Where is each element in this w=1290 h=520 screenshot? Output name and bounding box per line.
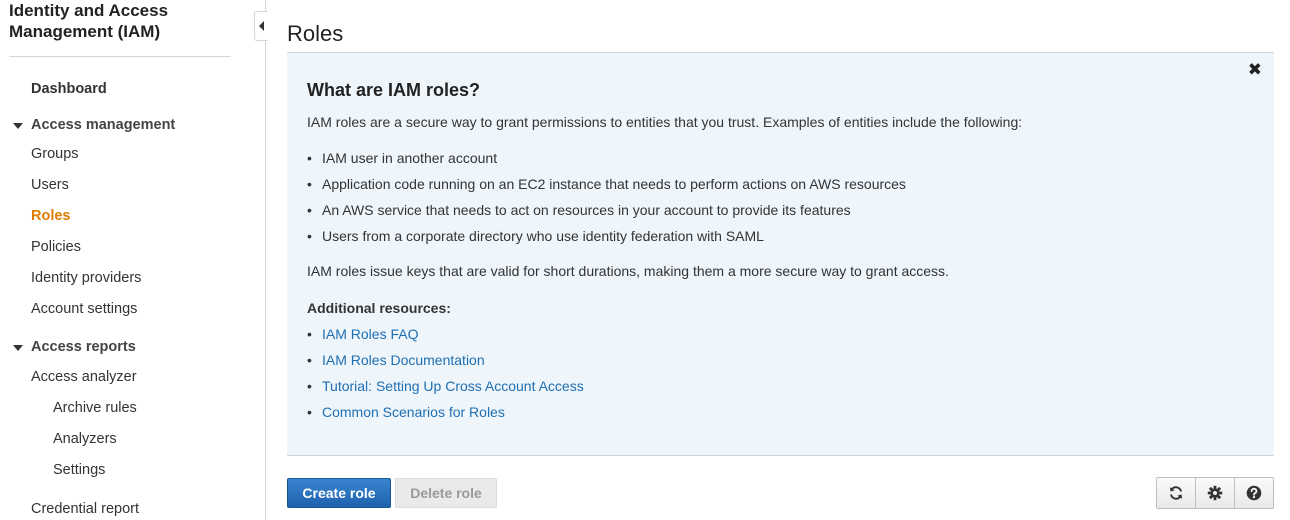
info-heading: What are IAM roles? bbox=[307, 80, 481, 100]
resource-link-item: IAM Roles FAQ bbox=[307, 326, 418, 342]
help-icon bbox=[1246, 485, 1262, 501]
sidebar-divider bbox=[9, 56, 231, 57]
help-button[interactable] bbox=[1235, 478, 1273, 508]
sidebar-collapse-button[interactable] bbox=[254, 11, 268, 41]
sidebar-section-access-management[interactable]: Access management bbox=[31, 117, 175, 133]
resource-link-item: Tutorial: Setting Up Cross Account Acces… bbox=[307, 378, 584, 394]
table-toolbar bbox=[1156, 477, 1274, 509]
sidebar-item-access-analyzer[interactable]: Access analyzer bbox=[31, 369, 137, 385]
sidebar-section-access-reports[interactable]: Access reports bbox=[31, 339, 136, 355]
list-item-text: An AWS service that needs to act on reso… bbox=[322, 202, 851, 218]
caret-down-icon[interactable] bbox=[13, 123, 23, 129]
refresh-icon bbox=[1169, 486, 1183, 500]
list-item: IAM user in another account bbox=[307, 150, 497, 166]
close-icon[interactable]: ✖ bbox=[1248, 60, 1262, 80]
link-cross-account-tutorial[interactable]: Tutorial: Setting Up Cross Account Acces… bbox=[322, 378, 584, 394]
resource-link-item: Common Scenarios for Roles bbox=[307, 404, 505, 420]
sidebar-item-users[interactable]: Users bbox=[31, 177, 69, 193]
sidebar-item-roles[interactable]: Roles bbox=[31, 208, 71, 224]
list-item: Application code running on an EC2 insta… bbox=[307, 176, 906, 192]
link-common-scenarios[interactable]: Common Scenarios for Roles bbox=[322, 404, 505, 420]
sidebar-item-analyzers[interactable]: Analyzers bbox=[53, 431, 117, 447]
refresh-button[interactable] bbox=[1157, 478, 1196, 508]
resources-label: Additional resources: bbox=[307, 300, 451, 316]
info-panel: ✖ What are IAM roles? IAM roles are a se… bbox=[287, 53, 1274, 456]
sidebar-item-settings[interactable]: Settings bbox=[53, 462, 105, 478]
sidebar-item-credential-report[interactable]: Credential report bbox=[31, 501, 139, 517]
sidebar-item-policies[interactable]: Policies bbox=[31, 239, 81, 255]
create-role-button[interactable]: Create role bbox=[287, 478, 391, 508]
chevron-left-icon bbox=[259, 21, 264, 31]
list-item: An AWS service that needs to act on reso… bbox=[307, 202, 851, 218]
info-intro: IAM roles are a secure way to grant perm… bbox=[307, 114, 1023, 130]
delete-role-button[interactable]: Delete role bbox=[395, 478, 497, 508]
list-item-text: IAM user in another account bbox=[322, 150, 498, 166]
sidebar-item-account-settings[interactable]: Account settings bbox=[31, 301, 137, 317]
page-title: Roles bbox=[287, 21, 344, 46]
list-item-text: Application code running on an EC2 insta… bbox=[322, 176, 906, 192]
sidebar-item-identity-providers[interactable]: Identity providers bbox=[31, 270, 141, 286]
sidebar-title: Identity and Access Management (IAM) bbox=[9, 1, 169, 41]
sidebar-item-groups[interactable]: Groups bbox=[31, 146, 79, 162]
gear-icon bbox=[1207, 485, 1223, 501]
settings-button[interactable] bbox=[1196, 478, 1235, 508]
list-item-text: Users from a corporate directory who use… bbox=[322, 228, 764, 244]
info-summary: IAM roles issue keys that are valid for … bbox=[307, 263, 949, 279]
list-item: Users from a corporate directory who use… bbox=[307, 228, 764, 244]
sidebar-item-dashboard[interactable]: Dashboard bbox=[31, 81, 107, 97]
link-iam-roles-faq[interactable]: IAM Roles FAQ bbox=[322, 326, 418, 342]
sidebar: Identity and Access Management (IAM) Das… bbox=[0, 0, 266, 520]
sidebar-item-archive-rules[interactable]: Archive rules bbox=[53, 400, 137, 416]
link-iam-roles-documentation[interactable]: IAM Roles Documentation bbox=[322, 352, 485, 368]
resource-link-item: IAM Roles Documentation bbox=[307, 352, 485, 368]
caret-down-icon[interactable] bbox=[13, 345, 23, 351]
